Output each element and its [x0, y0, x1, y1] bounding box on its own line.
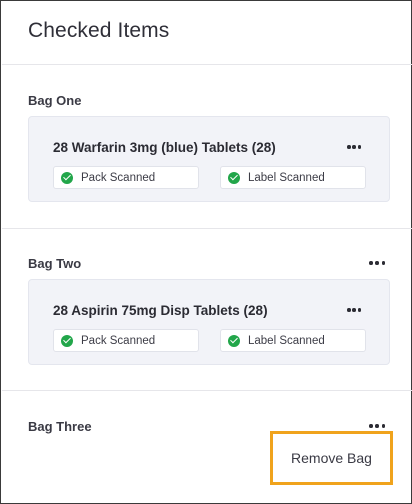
remove-bag-menu-item[interactable]: Remove Bag: [270, 431, 393, 485]
bag-one-label: Bag One: [28, 93, 82, 108]
label-scanned-badge: Label Scanned: [220, 166, 366, 189]
bag-three-more-icon[interactable]: [369, 421, 385, 431]
check-circle-icon: [61, 171, 73, 184]
divider: [2, 390, 412, 391]
badge-label: Pack Scanned: [81, 171, 156, 184]
divider: [2, 64, 412, 65]
item-more-icon[interactable]: [347, 143, 361, 151]
bag-one-item-card: 28 Warfarin 3mg (blue) Tablets (28) Pack…: [28, 116, 390, 202]
panel-title: Checked Items: [28, 19, 170, 42]
label-scanned-badge: Label Scanned: [220, 329, 366, 352]
checked-items-panel: Checked Items Bag One 28 Warfarin 3mg (b…: [0, 0, 412, 504]
badge-label: Label Scanned: [248, 334, 325, 347]
check-circle-icon: [228, 334, 240, 347]
divider: [2, 228, 412, 229]
bag-two-more-icon[interactable]: [369, 258, 385, 268]
bag-three-label: Bag Three: [28, 419, 92, 434]
badge-label: Pack Scanned: [81, 334, 156, 347]
bag-two-item-card: 28 Aspirin 75mg Disp Tablets (28) Pack S…: [28, 279, 390, 365]
item-more-icon[interactable]: [347, 306, 361, 314]
badge-label: Label Scanned: [248, 171, 325, 184]
item-title: 28 Aspirin 75mg Disp Tablets (28): [53, 303, 268, 318]
bag-two-label: Bag Two: [28, 256, 82, 271]
check-circle-icon: [61, 334, 73, 347]
pack-scanned-badge: Pack Scanned: [53, 166, 199, 189]
remove-bag-label: Remove Bag: [291, 450, 372, 466]
pack-scanned-badge: Pack Scanned: [53, 329, 199, 352]
check-circle-icon: [228, 171, 240, 184]
item-title: 28 Warfarin 3mg (blue) Tablets (28): [53, 140, 276, 155]
